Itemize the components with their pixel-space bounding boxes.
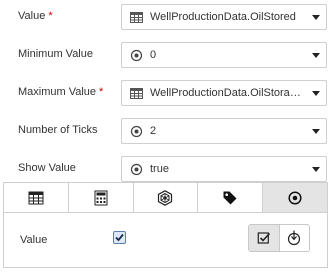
radio-target-icon bbox=[130, 125, 143, 138]
radio-target-icon bbox=[288, 190, 302, 205]
field-value: 0 bbox=[150, 49, 157, 61]
pointer-mode-button[interactable] bbox=[280, 225, 310, 251]
checkbox-icon bbox=[257, 232, 270, 244]
tab-constant[interactable] bbox=[263, 183, 327, 212]
chevron-down-icon bbox=[312, 53, 320, 58]
chevron-down-icon bbox=[312, 167, 320, 172]
table-icon bbox=[130, 12, 143, 23]
checkmark-icon bbox=[115, 233, 124, 242]
chevron-down-icon bbox=[312, 129, 320, 134]
tag-icon bbox=[223, 191, 237, 204]
value-mode-toggle bbox=[248, 224, 310, 252]
property-label: Show Value bbox=[18, 162, 76, 174]
pointer-icon bbox=[288, 230, 301, 246]
property-row-minimum-value: Minimum Value 0 bbox=[0, 41, 331, 69]
source-tabs bbox=[4, 183, 327, 213]
network-icon bbox=[158, 189, 173, 206]
table-icon bbox=[130, 88, 143, 99]
table-icon bbox=[28, 191, 44, 204]
field-value: WellProductionData.OilStorage... bbox=[150, 87, 306, 99]
property-label: Number of Ticks bbox=[18, 124, 98, 136]
required-marker: * bbox=[99, 86, 104, 98]
chevron-down-icon bbox=[312, 15, 320, 20]
required-marker: * bbox=[48, 10, 53, 22]
value-label: Value bbox=[20, 234, 48, 246]
property-row-maximum-value: Maximum Value * WellProductionData.OilSto… bbox=[0, 79, 331, 107]
calculator-icon bbox=[94, 190, 108, 205]
property-label: Value * bbox=[18, 10, 53, 22]
property-row-value: Value * WellProductionData.OilStored bbox=[0, 3, 331, 31]
chevron-down-icon bbox=[312, 91, 320, 96]
field-value: 2 bbox=[150, 125, 157, 137]
tab-tag[interactable] bbox=[198, 183, 264, 212]
radio-target-icon bbox=[130, 163, 143, 176]
minimum-value-select[interactable]: 0 bbox=[121, 42, 327, 68]
field-value: true bbox=[150, 163, 169, 175]
field-value: WellProductionData.OilStored bbox=[150, 11, 296, 23]
property-row-number-of-ticks: Number of Ticks 2 bbox=[0, 117, 331, 145]
tab-table[interactable] bbox=[4, 183, 69, 212]
number-of-ticks-select[interactable]: 2 bbox=[121, 118, 327, 144]
value-source-panel: Value bbox=[3, 182, 328, 268]
property-label: Maximum Value * bbox=[18, 86, 104, 98]
value-checkbox[interactable] bbox=[113, 231, 126, 244]
property-row-show-value: Show Value true bbox=[0, 155, 331, 183]
tab-network[interactable] bbox=[133, 183, 199, 212]
maximum-value-select[interactable]: WellProductionData.OilStorage... bbox=[121, 80, 327, 106]
value-select[interactable]: WellProductionData.OilStored bbox=[121, 4, 327, 30]
show-value-select[interactable]: true bbox=[121, 156, 327, 182]
property-label: Minimum Value bbox=[18, 48, 93, 60]
radio-target-icon bbox=[130, 49, 143, 62]
checkbox-mode-button[interactable] bbox=[249, 225, 280, 251]
tab-calculator[interactable] bbox=[68, 183, 134, 212]
